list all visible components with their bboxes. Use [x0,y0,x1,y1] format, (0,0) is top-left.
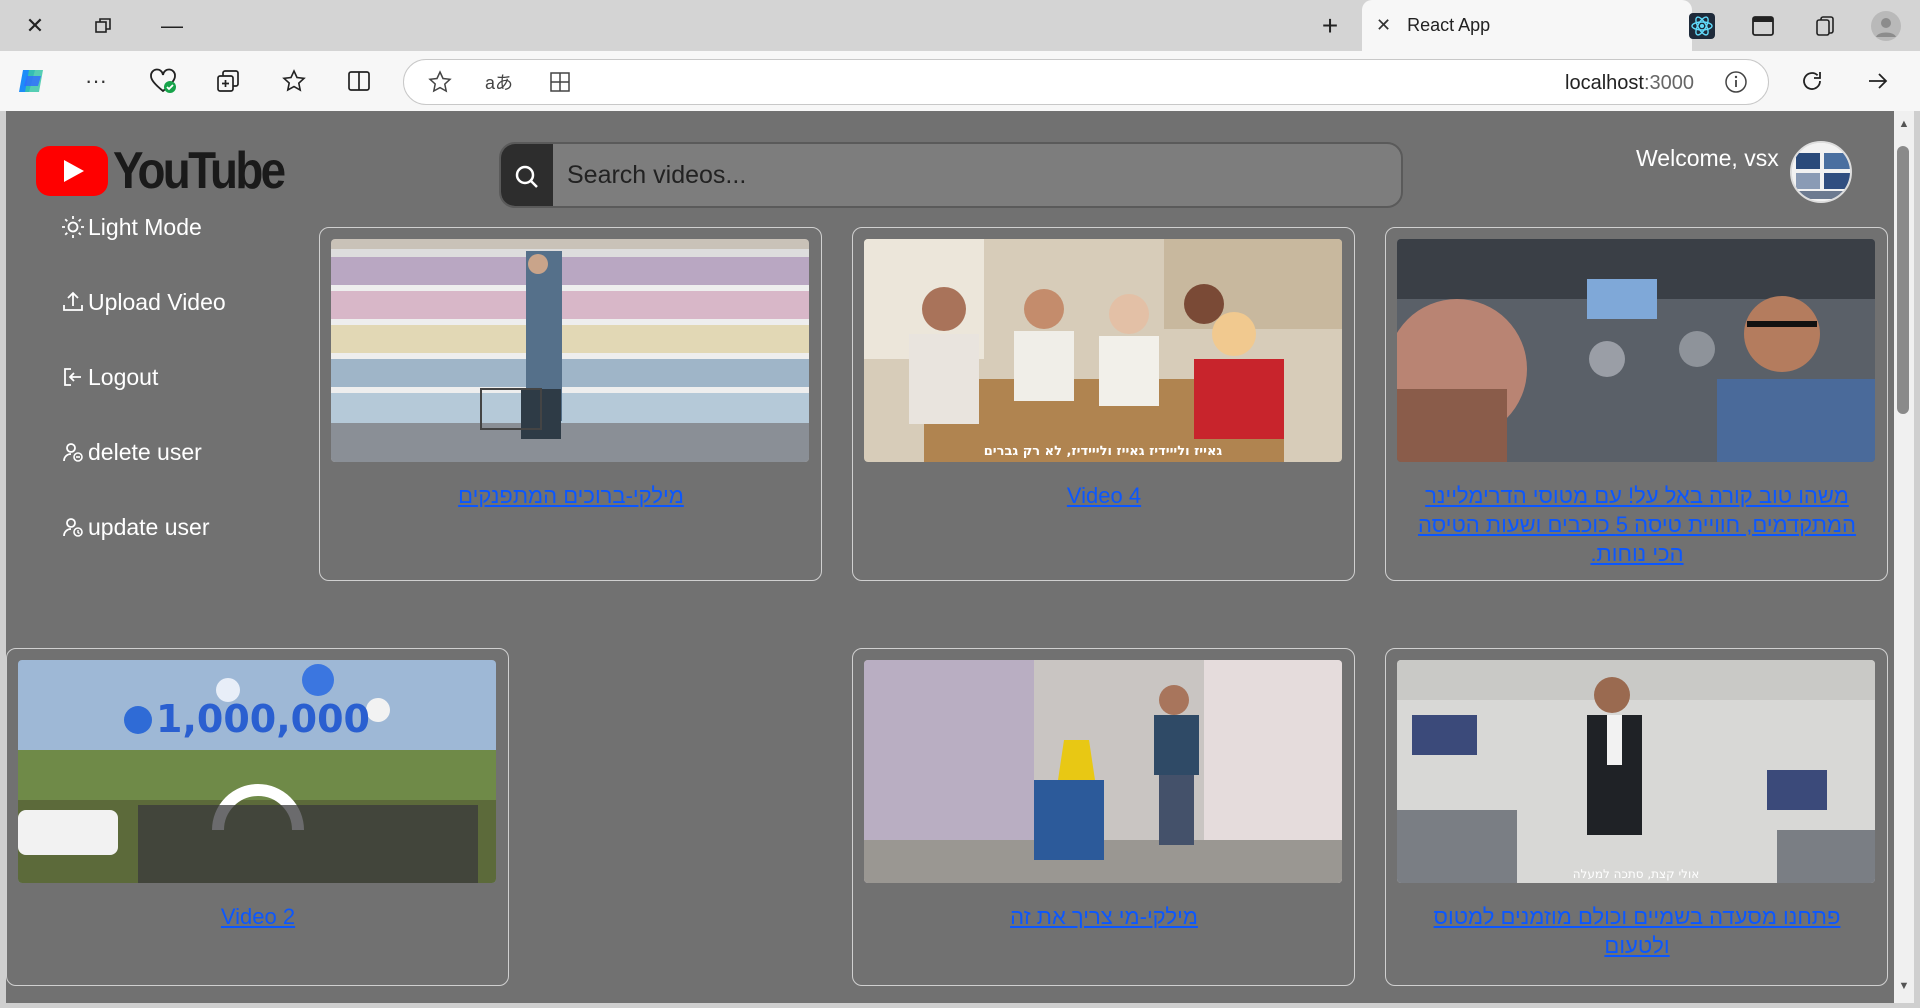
user-update-icon [58,515,88,539]
search-icon[interactable] [501,144,553,206]
video-title-link[interactable]: מילקי-ברוכים המתפנקים [334,481,808,510]
url-text[interactable]: localhost:3000 [1565,72,1694,95]
forward-arrow-icon[interactable] [1858,61,1898,101]
video-thumbnail[interactable] [864,660,1342,883]
app-available-icon[interactable] [540,62,580,102]
video-thumbnail[interactable] [1397,239,1875,462]
more-menu-icon[interactable]: ··· [76,61,116,101]
health-icon[interactable] [143,61,183,101]
refresh-icon[interactable] [1792,61,1832,101]
video-title-link[interactable]: Video 2 [21,902,495,931]
welcome-text: Welcome, vsx [1636,145,1779,171]
url-host: localhost [1565,72,1644,94]
video-title-link[interactable]: מילקי-מי צריך את זה [867,902,1341,931]
video-thumbnail[interactable]: 1,000,000 [18,660,496,883]
tab-actions-icon[interactable] [208,61,248,101]
video-card[interactable]: מילקי-מי צריך את זה [852,648,1355,986]
url-port: :3000 [1643,72,1694,94]
profile-icon[interactable] [1868,8,1904,44]
restore-window-icon[interactable] [83,6,123,46]
address-bar[interactable]: aあ localhost:3000 [403,59,1769,105]
sidebar-item-logout[interactable]: Logout [58,360,158,394]
browser-toolbar: ··· aあ localhost:3000 [0,51,1920,111]
upload-icon [58,290,88,314]
close-tab-icon[interactable]: ✕ [1376,15,1391,36]
sun-icon [58,215,88,239]
browser-tabbar: ✕ — + ✕ React App [0,0,1920,51]
logout-icon [58,365,88,389]
collections-icon[interactable] [1808,8,1844,44]
minimize-window-icon[interactable]: — [152,6,192,46]
sidebar-item-light-mode[interactable]: Light Mode [58,210,202,244]
sidebar-item-upload-video[interactable]: Upload Video [58,285,226,319]
video-caption: גאייז ולייידיז גאייז ולייידיז, לא רק גבר… [984,444,1223,459]
balloon-number-text: 1,000,000 [156,697,370,741]
video-thumbnail[interactable]: גאייז ולייידיז גאייז ולייידיז, לא רק גבר… [864,239,1342,462]
site-info-icon[interactable] [1716,62,1756,102]
video-title-link[interactable]: פתחנו מסעדה בשמיים וכולם מוזמנים למטוס ו… [1400,902,1874,960]
video-title-link[interactable]: משהו טוב קורה באל על! עם מטוסי הדרימליינ… [1400,481,1874,568]
favorites-icon[interactable] [274,61,314,101]
sidebar-toggle-icon[interactable] [1745,8,1781,44]
youtube-logo[interactable]: YouTube [36,141,307,201]
sidebar-item-label: Logout [88,363,159,390]
scroll-up-arrow-icon[interactable]: ▲ [1896,118,1912,132]
search-bar [499,142,1403,208]
search-input[interactable] [553,144,1401,206]
video-title-link[interactable]: Video 4 [867,481,1341,510]
split-screen-icon[interactable] [339,61,379,101]
video-card[interactable]: 1,000,000 Video 2 [6,648,509,986]
tab-title: React App [1407,15,1491,35]
sidebar-item-label: Light Mode [88,213,202,240]
read-aloud-icon[interactable]: aあ [479,62,519,102]
video-card[interactable]: גאייז ולייידיז גאייז ולייידיז, לא רק גבר… [852,227,1355,581]
video-card[interactable]: משהו טוב קורה באל על! עם מטוסי הדרימליינ… [1385,227,1888,581]
logo-text: YouTube [113,142,286,200]
react-extension-icon[interactable] [1684,8,1720,44]
sidebar-item-delete-user[interactable]: delete user [58,435,202,469]
video-thumbnail[interactable] [331,239,809,462]
scroll-down-arrow-icon[interactable]: ▼ [1896,980,1912,994]
add-favorite-star-icon[interactable] [420,62,460,102]
copilot-icon[interactable] [12,61,52,101]
video-card[interactable]: מילקי-ברוכים המתפנקים [319,227,822,581]
video-caption: אולי קצת, סתכה למעלה [1573,867,1700,881]
user-delete-icon [58,440,88,464]
new-tab-icon[interactable]: + [1310,6,1350,46]
scrollbar-thumb[interactable] [1897,146,1909,414]
sidebar-item-label: Upload Video [88,288,226,315]
video-card[interactable]: אולי קצת, סתכה למעלה פתחנו מסעדה בשמיים … [1385,648,1888,986]
video-thumbnail[interactable]: אולי קצת, סתכה למעלה [1397,660,1875,883]
tab-react-app[interactable]: ✕ React App [1362,0,1692,51]
sidebar-item-label: delete user [88,438,202,465]
sidebar-item-label: update user [88,513,210,540]
close-window-icon[interactable]: ✕ [15,6,55,46]
app-viewport: YouTube Welcome, vsx Light Mode Upload V… [6,111,1894,1003]
youtube-play-icon [36,146,108,196]
sidebar-item-update-user[interactable]: update user [58,510,209,544]
avatar[interactable] [1790,141,1852,203]
